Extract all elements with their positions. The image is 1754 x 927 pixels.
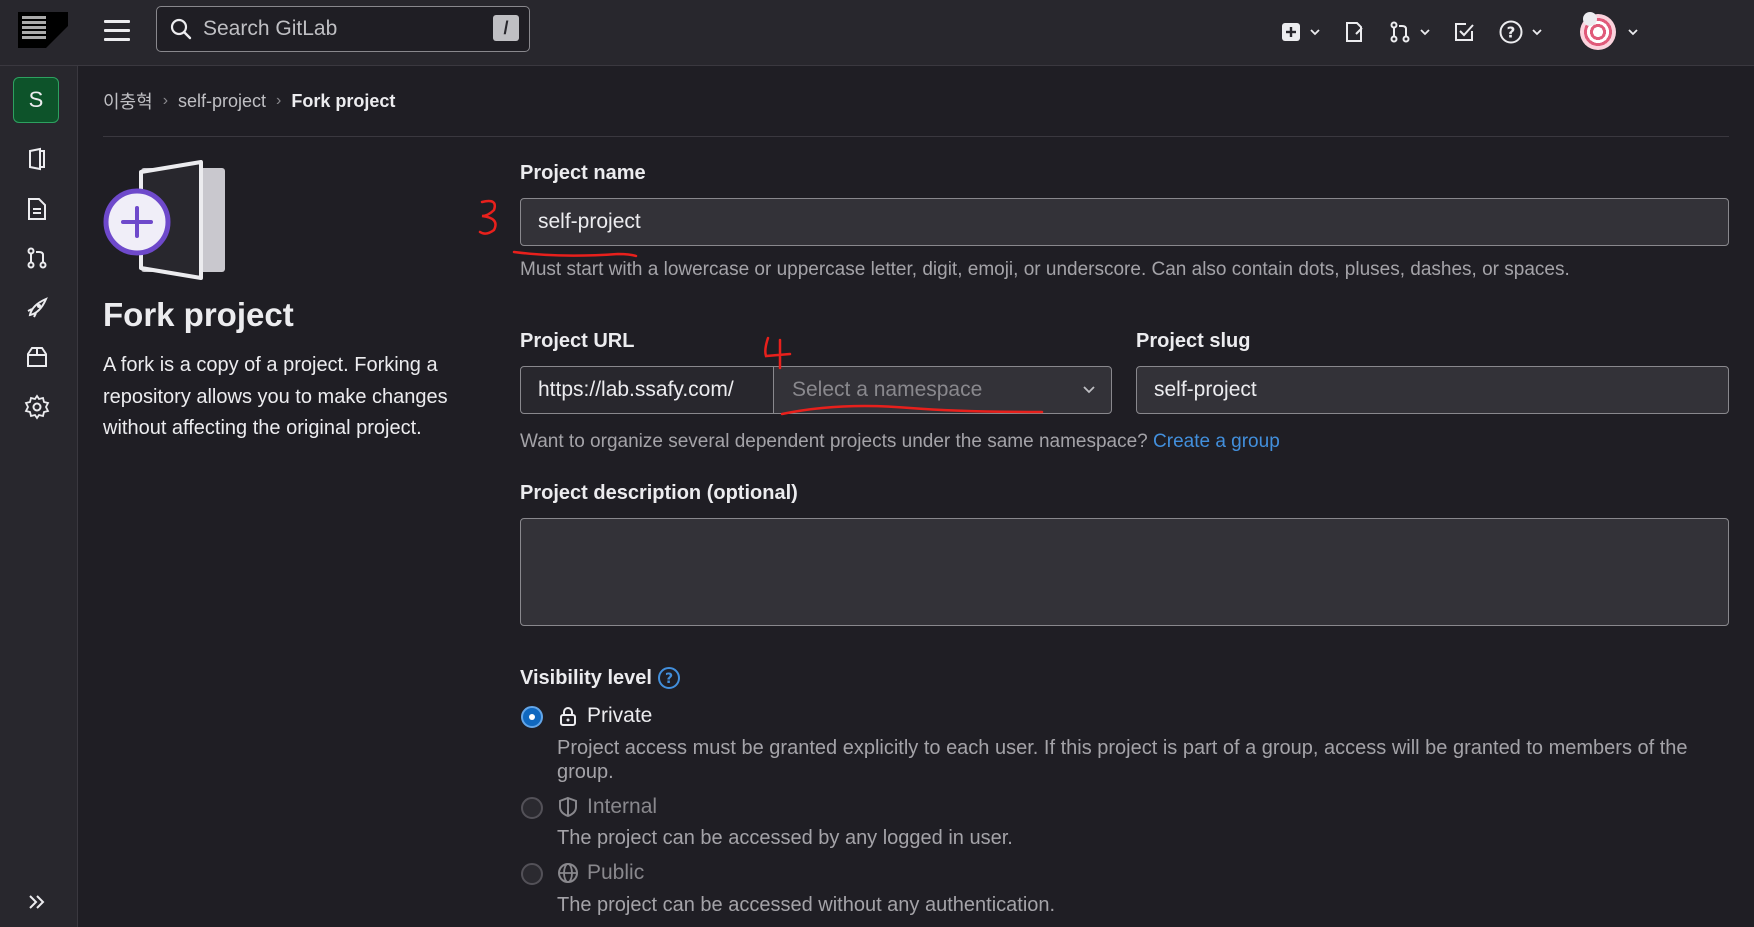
file-icon[interactable] bbox=[24, 196, 50, 222]
breadcrumb-user[interactable]: 이충혁 bbox=[103, 88, 153, 114]
question-circle-icon[interactable]: ? bbox=[657, 666, 681, 690]
project-url-label: Project URL bbox=[520, 330, 635, 352]
todo-button[interactable] bbox=[1452, 20, 1476, 44]
visibility-internal-label[interactable]: Internal bbox=[557, 795, 657, 819]
project-description-textarea[interactable] bbox=[520, 518, 1729, 626]
project-name-label: Project name bbox=[520, 162, 646, 184]
chevron-down-icon bbox=[1310, 29, 1320, 36]
chevron-down-icon bbox=[1532, 29, 1542, 36]
visibility-public-label[interactable]: Public bbox=[557, 861, 644, 885]
notification-dot bbox=[1583, 12, 1597, 26]
create-group-link[interactable]: Create a group bbox=[1153, 431, 1280, 452]
chevron-double-right-icon[interactable] bbox=[26, 891, 48, 913]
divider bbox=[103, 136, 1729, 137]
page-title: Fork project bbox=[103, 296, 294, 333]
create-new-dropdown[interactable] bbox=[1280, 21, 1320, 43]
project-overview-icon[interactable] bbox=[24, 146, 50, 172]
help-icon: ? bbox=[1499, 20, 1523, 44]
plus-square-icon bbox=[1282, 23, 1300, 41]
visibility-private-radio[interactable] bbox=[521, 706, 543, 728]
breadcrumb-separator: › bbox=[162, 92, 169, 109]
search-input[interactable]: Search GitLab / bbox=[156, 6, 530, 52]
search-placeholder: Search GitLab bbox=[203, 17, 338, 40]
chevron-down-icon bbox=[1420, 29, 1430, 36]
project-slug-label: Project slug bbox=[1136, 330, 1251, 352]
fork-project-illustration bbox=[103, 160, 225, 280]
chevron-down-icon bbox=[1083, 386, 1095, 394]
search-icon bbox=[170, 18, 192, 40]
page-description: A fork is a copy of a project. Forking a… bbox=[103, 354, 448, 439]
deploy-rocket-icon[interactable] bbox=[24, 295, 50, 321]
svg-text:?: ? bbox=[665, 671, 673, 687]
sidebar: S bbox=[0, 66, 78, 927]
visibility-public-description: The project can be accessed without any … bbox=[557, 894, 1056, 916]
globe-icon bbox=[558, 863, 578, 883]
search-shortcut-key: / bbox=[493, 15, 519, 41]
svg-text:?: ? bbox=[1507, 24, 1516, 42]
namespace-placeholder: Select a namespace bbox=[792, 378, 983, 401]
namespace-select[interactable]: Select a namespace bbox=[773, 366, 1112, 414]
lock-icon bbox=[560, 707, 576, 726]
project-slug-input[interactable]: self-project bbox=[1136, 366, 1729, 414]
menu-icon[interactable] bbox=[104, 20, 130, 42]
visibility-private-label[interactable]: Private bbox=[557, 704, 652, 728]
merge-request-icon bbox=[1390, 21, 1410, 43]
company-logo[interactable] bbox=[18, 12, 68, 48]
settings-gear-icon[interactable] bbox=[24, 394, 50, 420]
project-name-input[interactable]: self-project bbox=[520, 198, 1729, 246]
project-description-label: Project description (optional) bbox=[520, 482, 798, 504]
project-url-prefix: https://lab.ssafy.com/ bbox=[520, 366, 774, 414]
breadcrumb: 이충혁 › self-project › Fork project bbox=[103, 88, 395, 114]
visibility-internal-radio[interactable] bbox=[521, 797, 543, 819]
visibility-level-heading: Visibility level ? bbox=[520, 666, 681, 690]
help-dropdown[interactable]: ? bbox=[1498, 19, 1542, 45]
breadcrumb-current: Fork project bbox=[291, 90, 396, 111]
project-avatar[interactable]: S bbox=[13, 77, 59, 123]
visibility-private-description: Project access must be granted explicitl… bbox=[557, 737, 1688, 783]
visibility-level-label: Visibility level bbox=[520, 666, 652, 689]
chevron-down-icon bbox=[1628, 29, 1638, 36]
namespace-help: Want to organize several dependent proje… bbox=[520, 430, 1720, 454]
top-bar: Search GitLab / ? bbox=[0, 0, 1754, 66]
merge-request-icon[interactable] bbox=[24, 245, 50, 271]
issues-button[interactable] bbox=[1342, 20, 1366, 44]
issues-icon bbox=[1346, 22, 1363, 42]
project-name-help: Must start with a lowercase or uppercase… bbox=[520, 259, 1570, 280]
package-icon[interactable] bbox=[24, 344, 50, 370]
visibility-public-radio[interactable] bbox=[521, 863, 543, 885]
merge-requests-dropdown[interactable] bbox=[1388, 20, 1430, 44]
namespace-help-text: Want to organize several dependent proje… bbox=[520, 431, 1148, 452]
breadcrumb-separator: › bbox=[276, 92, 282, 109]
shield-icon bbox=[559, 796, 577, 818]
visibility-internal-description: The project can be accessed by any logge… bbox=[557, 827, 1013, 849]
breadcrumb-project[interactable]: self-project bbox=[178, 91, 266, 112]
todo-icon bbox=[1455, 23, 1474, 41]
